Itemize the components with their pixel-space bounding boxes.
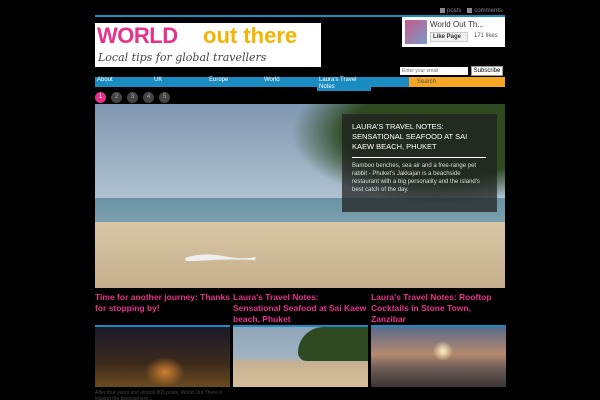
page: posts comments WORLD out there Local tip… [0, 0, 600, 400]
site-logo[interactable]: WORLD out there Local tips for global tr… [95, 23, 321, 67]
facebook-page-name[interactable]: World Out Th... [430, 20, 484, 29]
email-field[interactable] [400, 67, 468, 75]
post-card: Laura's Travel Notes: Sensational Seafoo… [233, 292, 368, 387]
pager-dot-5[interactable]: 5 [159, 92, 170, 103]
nav-item-about[interactable]: About [95, 77, 152, 87]
driftwood-shape [185, 254, 256, 261]
sunset-sun [433, 341, 453, 361]
post-card-thumbnail[interactable] [371, 327, 506, 387]
post-card-title[interactable]: Time for another journey: Thanks for sto… [95, 292, 230, 323]
hero-caption: LAURA'S TRAVEL NOTES: SENSATIONAL SEAFOO… [342, 114, 497, 212]
post-card-title[interactable]: Laura's Travel Notes: Rooftop Cocktails … [371, 292, 506, 323]
logo-word-world: WORLD [97, 23, 178, 48]
site-tagline: Local tips for global travellers [98, 51, 267, 64]
pager-dot-1[interactable]: 1 [95, 92, 106, 103]
facebook-like-button[interactable]: Like Page [430, 32, 468, 42]
nav-item-uk[interactable]: UK [152, 77, 207, 87]
posts-feed-link[interactable]: posts [440, 7, 462, 15]
nav-fill [371, 77, 409, 87]
nav-item-world[interactable]: World [262, 77, 317, 87]
rss-icon [440, 7, 445, 13]
nav-item-travel-notes[interactable]: Laura's Travel Notes [317, 77, 371, 91]
comments-feed-label: comments [474, 8, 503, 15]
facebook-page-avatar[interactable] [405, 20, 427, 44]
nav-item-europe[interactable]: Europe [207, 77, 262, 87]
post-card: Time for another journey: Thanks for sto… [95, 292, 230, 400]
post-card-thumbnail[interactable] [95, 327, 230, 387]
post-card-thumbnail[interactable] [233, 327, 368, 387]
facebook-widget: World Out Th... Like Page 171 likes [402, 17, 505, 47]
street-lights-glow [145, 357, 185, 387]
subscribe-button[interactable]: Subscribe [471, 66, 503, 76]
rss-icon [467, 7, 473, 13]
feed-links: posts comments [440, 7, 505, 15]
posts-feed-label: posts [447, 8, 462, 15]
facebook-like-label: Like Page [433, 34, 462, 40]
post-card-excerpt: After four years and almost 800 posts, W… [95, 390, 223, 400]
logo-word-out-there: out there [203, 23, 298, 48]
pager-dot-4[interactable]: 4 [143, 92, 154, 103]
post-card: Laura's Travel Notes: Rooftop Cocktails … [371, 292, 506, 387]
comments-feed-link[interactable]: comments [467, 7, 503, 15]
hero-caption-rule [352, 157, 486, 158]
pager-dot-2[interactable]: 2 [111, 92, 122, 103]
search-input[interactable]: Search [409, 77, 505, 87]
hero-sand [95, 222, 505, 288]
slider-pager: 1 2 3 4 5 [95, 92, 170, 103]
facebook-like-count: 171 likes [474, 33, 498, 39]
pager-dot-3[interactable]: 3 [127, 92, 138, 103]
post-card-title[interactable]: Laura's Travel Notes: Sensational Seafoo… [233, 292, 368, 323]
thumbnail-trees [298, 327, 368, 361]
hero-excerpt: Bamboo benches, sea air and a free-range… [352, 163, 480, 193]
hero-title[interactable]: LAURA'S TRAVEL NOTES: SENSATIONAL SEAFOO… [352, 122, 487, 152]
